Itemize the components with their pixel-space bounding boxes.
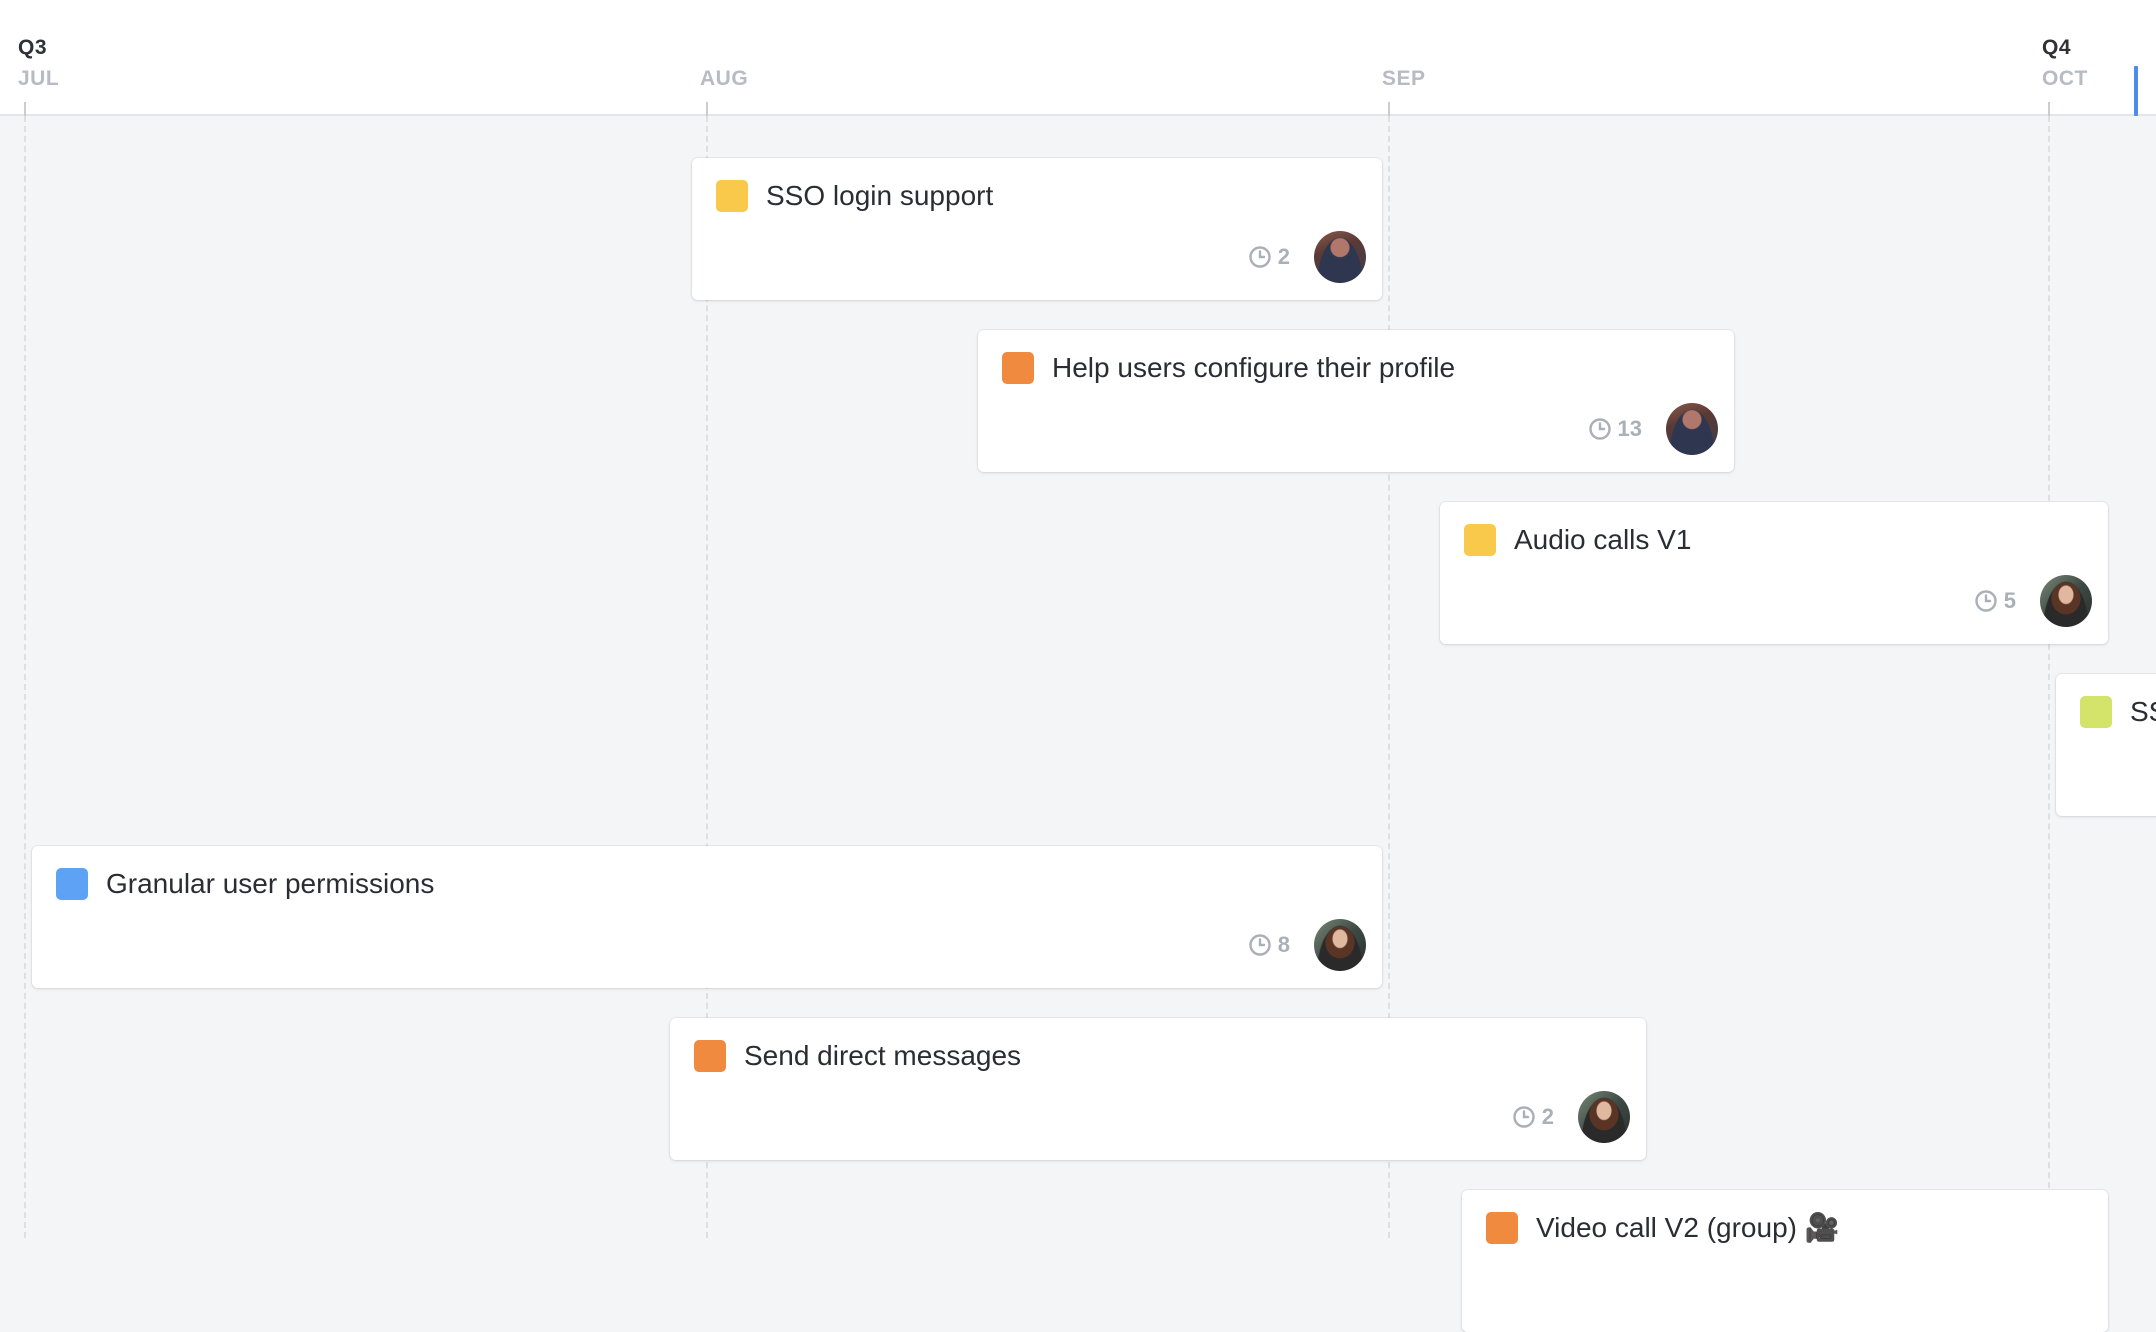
time-count: 2 bbox=[1277, 244, 1290, 269]
month-label-oct: OCT bbox=[2042, 67, 2088, 90]
status-color-swatch bbox=[2080, 696, 2112, 728]
roadmap-card[interactable]: Video call V2 (group) 🎥 bbox=[1462, 1190, 2108, 1332]
avatar[interactable] bbox=[1314, 231, 1366, 283]
roadmap-card[interactable]: SS bbox=[2056, 674, 2156, 816]
card-title: Audio calls V1 bbox=[1514, 524, 1692, 555]
status-color-swatch bbox=[56, 868, 88, 900]
card-meta: 2 bbox=[1512, 1090, 1630, 1144]
card-title: Video call V2 (group) 🎥 bbox=[1536, 1212, 1840, 1243]
card-meta: 8 bbox=[1248, 918, 1366, 972]
card-title: Granular user permissions bbox=[106, 868, 435, 899]
time-count: 8 bbox=[1277, 932, 1290, 957]
status-color-swatch bbox=[694, 1040, 726, 1072]
clock-icon bbox=[1588, 418, 1611, 440]
card-meta: 2 bbox=[1248, 230, 1366, 284]
clock-icon bbox=[1249, 246, 1271, 268]
month-label-sep: SEP bbox=[1382, 67, 1426, 90]
roadmap-card[interactable]: Help users configure their profile 13 bbox=[978, 330, 1734, 472]
quarter-label-q3: Q3 bbox=[18, 36, 48, 59]
clock-icon bbox=[1513, 1106, 1535, 1128]
card-meta: 5 bbox=[1974, 574, 2092, 628]
gridline-jul bbox=[24, 116, 26, 1238]
month-tick-sep bbox=[1388, 102, 1390, 116]
avatar[interactable] bbox=[1314, 919, 1366, 971]
roadmap-card[interactable]: SSO login support 2 bbox=[692, 158, 1382, 300]
status-color-swatch bbox=[1464, 524, 1496, 556]
clock-icon bbox=[1249, 934, 1271, 956]
clock-icon bbox=[1975, 590, 1997, 612]
card-title: SS bbox=[2130, 696, 2156, 727]
status-color-swatch bbox=[1486, 1212, 1518, 1244]
roadmap-card[interactable]: Audio calls V1 5 bbox=[1440, 502, 2108, 644]
time-count: 2 bbox=[1541, 1104, 1554, 1129]
card-title: Help users configure their profile bbox=[1052, 352, 1456, 383]
time-count: 5 bbox=[2003, 588, 2016, 613]
avatar[interactable] bbox=[1666, 403, 1718, 455]
month-label-jul: JUL bbox=[18, 67, 60, 90]
avatar[interactable] bbox=[1578, 1091, 1630, 1143]
card-title: SSO login support bbox=[766, 180, 994, 211]
timeline-header: Q3 Q4 JUL AUG SEP OCT bbox=[0, 0, 2156, 116]
roadmap-card[interactable]: Granular user permissions 8 bbox=[32, 846, 1382, 988]
gridline-oct bbox=[2048, 116, 2050, 1238]
month-tick-jul bbox=[24, 102, 26, 116]
month-tick-oct bbox=[2048, 102, 2050, 116]
card-title: Send direct messages bbox=[744, 1040, 1022, 1071]
avatar[interactable] bbox=[2040, 575, 2092, 627]
status-color-swatch bbox=[716, 180, 748, 212]
today-marker bbox=[2134, 66, 2138, 116]
quarter-label-q4: Q4 bbox=[2042, 36, 2072, 59]
month-label-aug: AUG bbox=[700, 67, 749, 90]
month-tick-aug bbox=[706, 102, 708, 116]
roadmap-card[interactable]: Send direct messages 2 bbox=[670, 1018, 1646, 1160]
time-count: 13 bbox=[1617, 416, 1642, 441]
status-color-swatch bbox=[1002, 352, 1034, 384]
card-meta: 13 bbox=[1588, 402, 1718, 456]
